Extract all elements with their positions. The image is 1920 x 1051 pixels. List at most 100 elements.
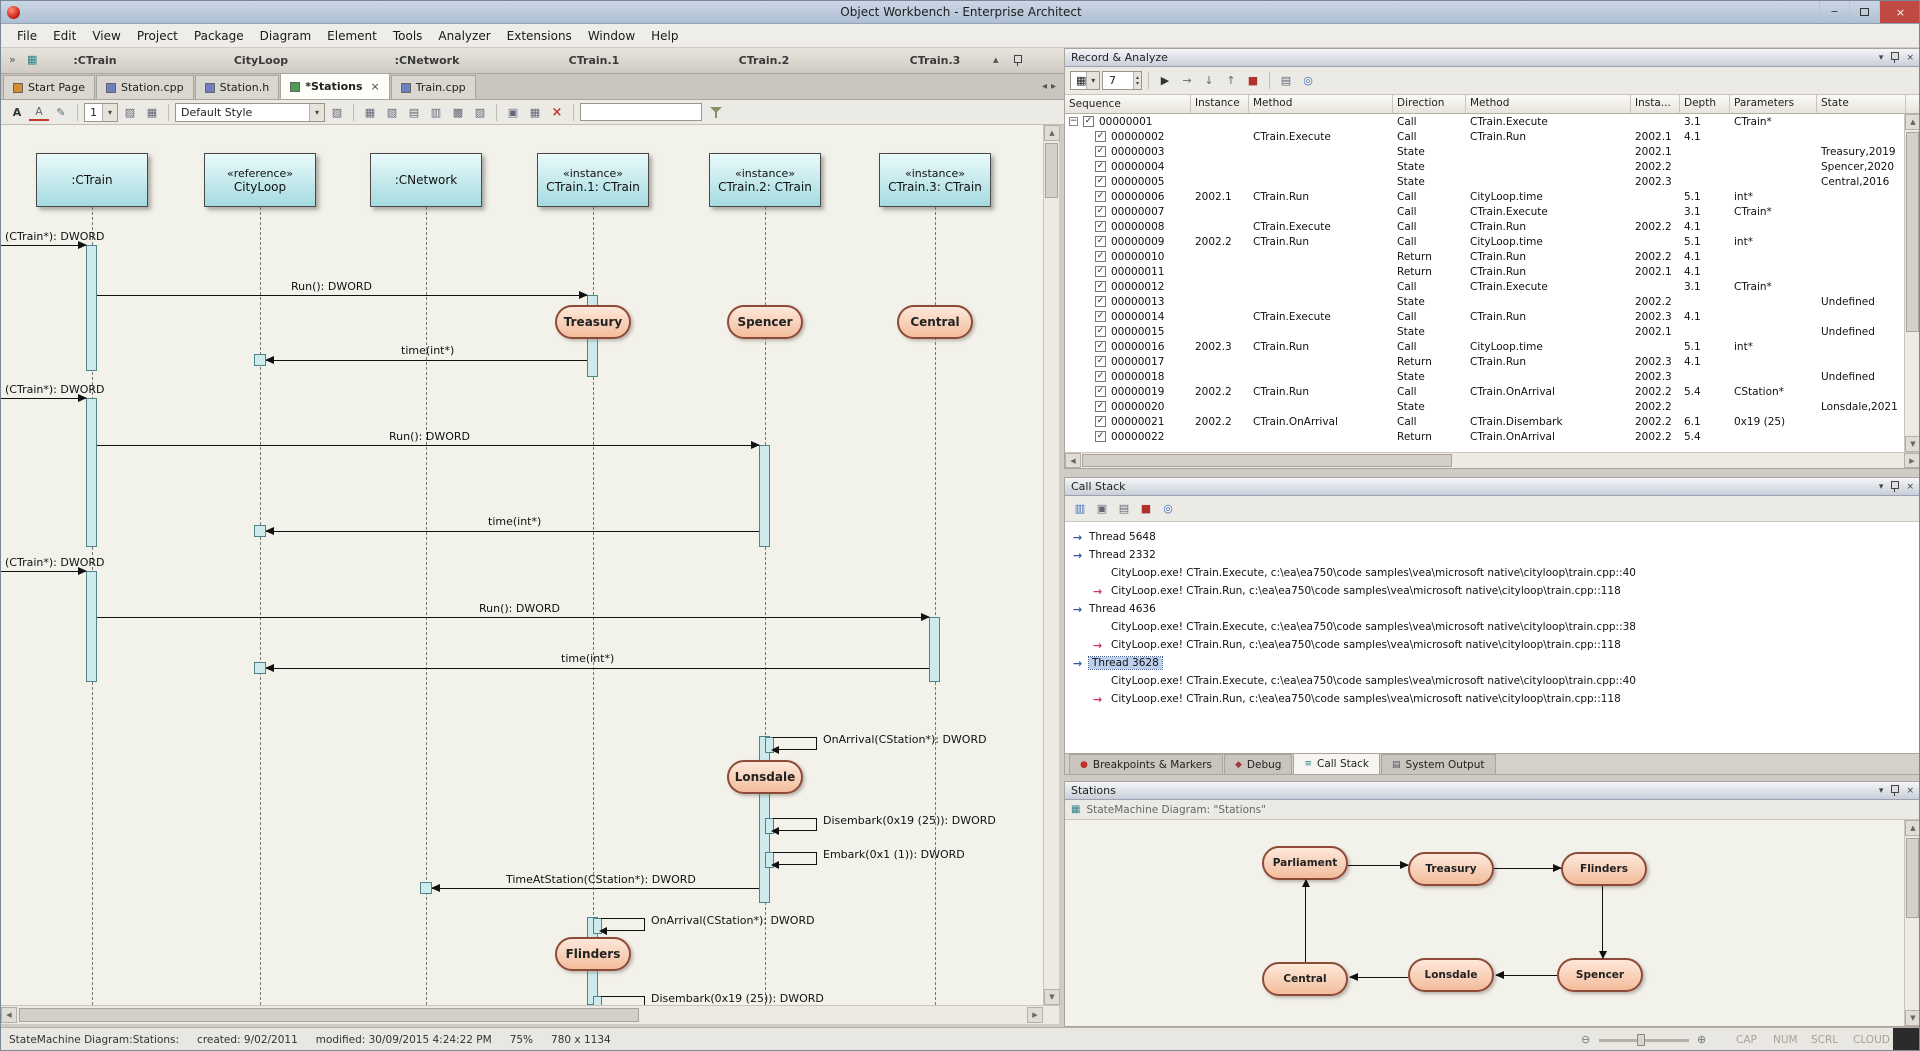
state-treasury[interactable]: Treasury	[1408, 852, 1494, 886]
ra-table-row[interactable]: ✓000000062002.1CTrain.RunCallCityLoop.ti…	[1065, 189, 1920, 204]
column-header[interactable]: Instance	[1191, 95, 1249, 113]
lifeline-cnetwork[interactable]: :CNetwork	[370, 153, 482, 207]
diagram-filter-input[interactable]	[580, 103, 702, 121]
transition-parliament-treasury[interactable]	[1348, 865, 1408, 866]
record-button[interactable]: ◎	[1158, 499, 1178, 519]
menu-analyzer[interactable]: Analyzer	[430, 26, 498, 46]
zoom-slider-thumb[interactable]	[1637, 1034, 1645, 1046]
stations-vertical-scrollbar[interactable]: ▲ ▼	[1904, 820, 1920, 1026]
found-message[interactable]	[1, 398, 86, 399]
row-checkbox[interactable]: ✓	[1095, 251, 1106, 262]
menu-file[interactable]: File	[9, 26, 45, 46]
step-in-button[interactable]: ↓	[1199, 71, 1219, 91]
column-header[interactable]: Method	[1249, 95, 1393, 113]
row-checkbox[interactable]: ✓	[1095, 431, 1106, 442]
ra-table-row[interactable]: ✓00000017ReturnCTrain.Run2002.34.1	[1065, 354, 1920, 369]
found-message[interactable]	[1, 245, 86, 246]
tab-call-stack[interactable]: ≡ Call Stack	[1293, 753, 1380, 774]
grid-button[interactable]: ▦	[142, 102, 162, 122]
state-lonsdale[interactable]: Lonsdale	[727, 760, 803, 794]
tab-station-cpp[interactable]: Station.cpp	[96, 75, 194, 99]
activation-bar[interactable]	[929, 617, 940, 682]
spinner-down-icon[interactable]: ▾	[1136, 81, 1139, 87]
state-spencer[interactable]: Spencer	[1557, 958, 1643, 992]
row-checkbox[interactable]: ✓	[1095, 296, 1106, 307]
tab-train-cpp[interactable]: Train.cpp	[391, 75, 476, 99]
ra-table-row[interactable]: ✓000000192002.2CTrain.RunCallCTrain.OnAr…	[1065, 384, 1920, 399]
row-checkbox[interactable]: ✓	[1095, 236, 1106, 247]
message-disembark[interactable]	[601, 996, 645, 1005]
close-button[interactable]: ×	[1879, 1, 1920, 23]
message-timeatstation[interactable]	[432, 888, 759, 889]
tab-close-icon[interactable]: ×	[371, 80, 380, 93]
ra-table-row[interactable]: ✓00000011ReturnCTrain.Run2002.14.1	[1065, 264, 1920, 279]
diagram-vertical-scrollbar[interactable]: ▲ ▼	[1043, 125, 1059, 1005]
row-checkbox[interactable]: ✓	[1095, 176, 1106, 187]
ra-horizontal-scrollbar[interactable]: ◀ ▶	[1065, 452, 1920, 468]
message-run-2[interactable]	[97, 445, 759, 446]
ra-vertical-scrollbar[interactable]: ▲ ▼	[1904, 114, 1920, 452]
sequence-diagram-canvas[interactable]: :CTrain «reference» CityLoop :CNetwork «…	[1, 125, 1043, 1005]
callstack-frame[interactable]: CityLoop.exe! CTrain.Execute, c:\ea\ea75…	[1065, 672, 1920, 690]
scrollbar-thumb[interactable]	[1906, 132, 1919, 332]
lifeline-header-item[interactable]: :CTrain	[73, 54, 116, 67]
tab-scroll-right-icon[interactable]: ▸	[1051, 81, 1056, 92]
row-checkbox[interactable]: ✓	[1095, 356, 1106, 367]
column-header[interactable]: State	[1817, 95, 1906, 113]
align-right-button[interactable]: ▤	[404, 102, 424, 122]
transition-spencer-lonsdale[interactable]	[1496, 975, 1557, 976]
row-checkbox[interactable]: ✓	[1095, 146, 1106, 157]
row-checkbox[interactable]: ✓	[1083, 116, 1094, 127]
ra-table-row[interactable]: ✓00000005State2002.3Central,2016	[1065, 174, 1920, 189]
scroll-down-icon[interactable]: ▼	[1044, 989, 1060, 1005]
message-disembark[interactable]	[773, 818, 817, 831]
row-checkbox[interactable]: ✓	[1095, 416, 1106, 427]
save-recording-button[interactable]: ▤	[1276, 71, 1296, 91]
activation-bar[interactable]	[86, 245, 97, 371]
stop-button[interactable]: ■	[1136, 499, 1156, 519]
state-parliament[interactable]: Parliament	[1262, 846, 1348, 880]
message-embark[interactable]	[773, 852, 817, 865]
pin-icon[interactable]	[1890, 51, 1899, 64]
ra-table-row[interactable]: −✓00000001CallCTrain.Execute3.1CTrain*	[1065, 114, 1920, 129]
close-icon[interactable]: ×	[1906, 786, 1914, 796]
same-width-button[interactable]: ▩	[448, 102, 468, 122]
ra-table-row[interactable]: ✓000000212002.2CTrain.OnArrivalCallCTrai…	[1065, 414, 1920, 429]
tab-stations[interactable]: *Stations ×	[280, 73, 390, 99]
message-onarrival[interactable]	[601, 918, 645, 931]
row-checkbox[interactable]: ✓	[1095, 401, 1106, 412]
activation-bar[interactable]	[86, 398, 97, 547]
column-header[interactable]: Insta...	[1631, 95, 1680, 113]
menu-diagram[interactable]: Diagram	[252, 26, 320, 46]
scrollbar-thumb[interactable]	[1906, 838, 1919, 918]
ra-table-row[interactable]: ✓00000012CallCTrain.Execute3.1CTrain*	[1065, 279, 1920, 294]
column-header[interactable]: Sequence	[1065, 95, 1191, 113]
align-center-button[interactable]: ▧	[382, 102, 402, 122]
ra-table-row[interactable]: ✓00000003State2002.1Treasury,2019	[1065, 144, 1920, 159]
diagram-icon[interactable]: ▦	[27, 53, 37, 66]
scrollbar-thumb[interactable]	[1082, 454, 1452, 467]
lifeline-ctrain2[interactable]: «instance» CTrain.2: CTrain	[709, 153, 821, 207]
menu-extensions[interactable]: Extensions	[499, 26, 580, 46]
pin-icon[interactable]	[1890, 784, 1899, 797]
ra-table-row[interactable]: ✓00000015State2002.1Undefined	[1065, 324, 1920, 339]
lifeline-header-item[interactable]: :CNetwork	[395, 54, 460, 67]
lifeline-ctrain3[interactable]: «instance» CTrain.3: CTrain	[879, 153, 991, 207]
lifeline-ctrain1[interactable]: «instance» CTrain.1: CTrain	[537, 153, 649, 207]
ra-table-row[interactable]: ✓00000013State2002.2Undefined	[1065, 294, 1920, 309]
ra-table-row[interactable]: ✓00000004State2002.2Spencer,2020	[1065, 159, 1920, 174]
callstack-frame[interactable]: CityLoop.exe! CTrain.Execute, c:\ea\ea75…	[1065, 564, 1920, 582]
ra-table-row[interactable]: ✓00000022ReturnCTrain.OnArrival2002.25.4	[1065, 429, 1920, 444]
menu-window[interactable]: Window	[580, 26, 643, 46]
lifeline-cityloop[interactable]: «reference» CityLoop	[204, 153, 316, 207]
menu-package[interactable]: Package	[186, 26, 252, 46]
frame-depth-spinner[interactable]: 7 ▴ ▾	[1102, 71, 1142, 90]
menu-edit[interactable]: Edit	[45, 26, 84, 46]
tab-station-h[interactable]: Station.h	[195, 75, 280, 99]
callstack-frame[interactable]: →CityLoop.exe! CTrain.Run, c:\ea\ea750\c…	[1065, 636, 1920, 654]
scroll-up-icon[interactable]: ▲	[1044, 125, 1060, 141]
space-evenly-button[interactable]: ▥	[426, 102, 446, 122]
line-width-combo[interactable]: 1 ▾	[84, 103, 118, 122]
column-header[interactable]: Direction	[1393, 95, 1466, 113]
scroll-left-icon[interactable]: ◀	[1065, 453, 1081, 468]
